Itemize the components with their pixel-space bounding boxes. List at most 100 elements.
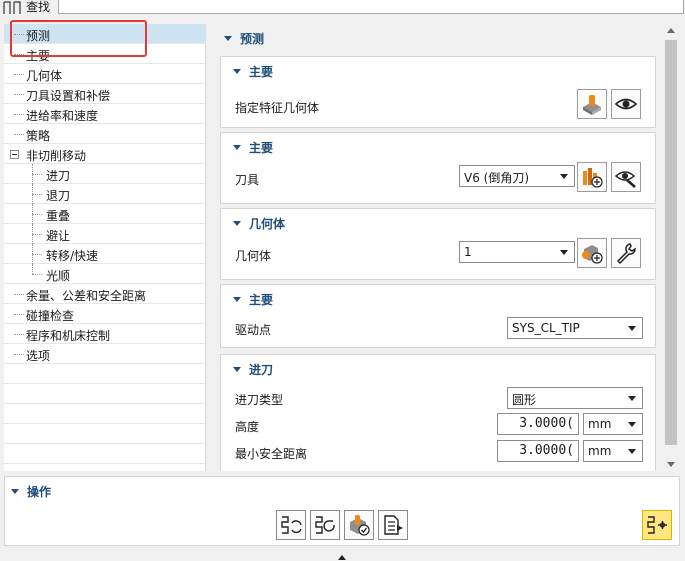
min-clearance-unit-select[interactable]: mm [583,440,643,462]
tree-item-label: 程序和机床控制 [26,329,111,343]
resize-grip-icon[interactable] [338,555,346,560]
tool-label: 刀具 [235,173,260,187]
display-feature-button[interactable] [611,89,641,119]
settings-panel: 预测 主要 指定特征几何体 主要 刀具 V6 (倒角刀) 几何体 几何体 1 主… [216,24,660,471]
replay-button[interactable] [310,510,340,540]
engage-type-select[interactable]: 圆形 [507,387,643,409]
feature-geometry-label: 指定特征几何体 [235,101,320,115]
dropdown-arrow-icon [628,396,636,401]
tree-item-label: 余量、公差和安全距离 [26,289,147,303]
tree-item-label: 选项 [26,349,51,363]
collapse-toggle[interactable] [10,150,19,159]
dropdown-arrow-icon [628,422,636,427]
height-input[interactable]: 3.0000( [497,413,579,435]
tree-item-label: 碰撞检查 [26,309,75,323]
scroll-up-icon[interactable] [667,28,675,33]
verify-button[interactable] [344,510,374,540]
tree-item-label: 非切削移动 [26,149,87,163]
tree-item-stock-tolerance[interactable]: 余量、公差和安全距离 [4,284,206,304]
tree-item-geometry[interactable]: 几何体 [4,64,206,84]
group-header-main[interactable]: 主要 [233,63,273,80]
navigation-tree: 预测 主要 几何体 刀具设置和补偿 进给率和速度 策略 非切削移动 进刀 退刀 … [4,24,206,471]
toggle-display-button[interactable] [642,510,672,540]
collapse-arrow-icon [233,221,241,226]
group-header-main[interactable]: 主要 [233,139,273,156]
tree-empty-row [4,404,206,424]
tree-item-label: 策略 [26,129,51,143]
edit-geometry-button[interactable] [611,238,641,268]
tree-item-machine-control[interactable]: 程序和机床控制 [4,324,206,344]
collapse-arrow-icon [233,297,241,302]
edit-display-tool-button[interactable] [611,162,641,192]
tree-item-feeds-speeds[interactable]: 进给率和速度 [4,104,206,124]
group-header-engage[interactable]: 进刀 [233,361,273,378]
tree-item-label: 进刀 [46,169,71,183]
generate-path-icon [281,516,302,534]
tree-item-avoidance[interactable]: 避让 [4,224,206,244]
tree-item-non-cutting-moves[interactable]: 非切削移动 [4,144,206,164]
geometry-select-value: 1 [464,245,472,259]
tree-item-options[interactable]: 选项 [4,344,206,364]
group-main-2: 主要 刀具 V6 (倒角刀) [220,132,656,204]
geometry-select[interactable]: 1 [459,241,575,263]
drive-point-value: SYS_CL_TIP [512,321,580,335]
section-header-prediction[interactable]: 预测 [224,30,264,47]
engage-type-value: 圆形 [512,393,537,407]
tree-item-prediction[interactable]: 预测 [4,24,206,44]
scrollbar-thumb[interactable] [665,40,677,445]
min-clearance-input[interactable]: 3.0000( [497,440,579,462]
vertical-scrollbar[interactable] [662,24,680,471]
height-label: 高度 [235,420,260,434]
drive-point-select[interactable]: SYS_CL_TIP [507,317,643,339]
feature-geometry-icon [583,95,601,115]
engage-type-label: 进刀类型 [235,393,284,407]
actions-section: 操作 [4,476,680,546]
tree-item-retract[interactable]: 退刀 [4,184,206,204]
tree-item-label: 避让 [46,229,71,243]
collapse-arrow-icon [11,489,19,494]
tree-item-strategy[interactable]: 策略 [4,124,206,144]
eye-icon [614,98,638,110]
tree-item-smoothing[interactable]: 光顺 [4,264,206,284]
tree-item-overlap[interactable]: 重叠 [4,204,206,224]
new-geometry-button[interactable] [577,238,607,268]
tree-item-transfer-rapid[interactable]: 转移/快速 [4,244,206,264]
tree-item-engage[interactable]: 进刀 [4,164,206,184]
height-unit-select[interactable]: mm [583,413,643,435]
new-tool-icon [583,168,603,188]
group-header-main[interactable]: 主要 [233,291,273,308]
tree-item-label: 转移/快速 [46,249,99,263]
edit-display-icon [614,171,636,188]
generate-button[interactable] [276,510,306,540]
tree-item-collision-check[interactable]: 碰撞检查 [4,304,206,324]
search-input[interactable] [58,0,684,14]
tree-item-label: 预测 [26,29,51,43]
min-clearance-unit-value: mm [588,444,612,458]
tree-item-tool-settings[interactable]: 刀具设置和补偿 [4,84,206,104]
tool-select[interactable]: V6 (倒角刀) [459,165,575,187]
tree-empty-row [4,444,206,464]
list-button[interactable] [378,510,408,540]
search-bar: 查找 [0,0,685,16]
specify-feature-button[interactable] [577,89,607,119]
tree-item-main[interactable]: 主要 [4,44,206,64]
binoculars-icon [2,0,22,14]
group-main-1: 主要 指定特征几何体 [220,56,656,128]
dropdown-arrow-icon [628,449,636,454]
tree-item-label: 主要 [26,49,51,63]
collapse-arrow-icon [224,36,232,41]
dropdown-arrow-icon [628,326,636,331]
collapse-arrow-icon [233,367,241,372]
scroll-down-icon[interactable] [667,462,675,467]
tree-item-label: 进给率和速度 [26,109,99,123]
tree-item-label: 退刀 [46,189,71,203]
geometry-label: 几何体 [235,249,272,263]
list-output-icon [384,515,403,535]
new-tool-button[interactable] [577,162,607,192]
tree-empty-row [4,384,206,404]
group-engage: 进刀 进刀类型 圆形 高度 3.0000( mm 最小安全距离 3.0000( … [220,354,656,471]
dropdown-arrow-icon [560,250,568,255]
height-unit-value: mm [588,417,612,431]
actions-header[interactable]: 操作 [11,483,51,500]
group-header-geometry[interactable]: 几何体 [233,215,285,232]
